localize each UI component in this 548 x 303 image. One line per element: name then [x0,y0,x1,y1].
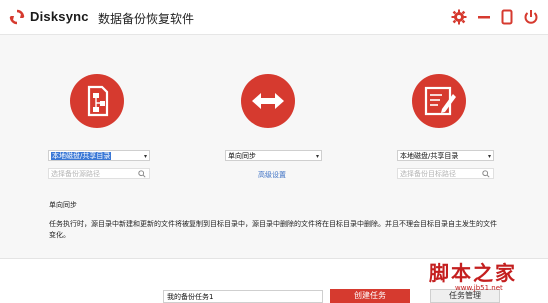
gear-icon[interactable] [451,9,467,25]
search-icon[interactable] [138,170,146,178]
chevron-down-icon: ▾ [487,153,491,160]
phone-icon[interactable] [499,9,515,25]
sync-logo-icon [9,9,25,25]
sync-mode-select[interactable]: 单向同步 ▾ [225,150,322,161]
app-brand: Disksync [30,9,89,24]
task-name-input[interactable]: 我的备份任务1 [163,290,323,303]
target-path-input[interactable]: 选择备份目标路径 [397,168,494,179]
watermark-text: 脚本之家 [429,261,517,285]
main-panel: 本地磁盘/共享目录 ▾ 选择备份源路径 单向同步 ▾ 高级设置 本地磁盘/共享目… [0,35,548,258]
target-type-select[interactable]: 本地磁盘/共享目录 ▾ [397,150,494,161]
source-path-input[interactable]: 选择备份源路径 [48,168,150,179]
app-subtitle: 数据备份恢复软件 [98,12,195,26]
minimize-icon[interactable] [476,9,492,25]
target-button[interactable] [412,74,466,128]
bidirectional-arrow-icon [252,93,284,109]
watermark-url: www.jb51.net [455,284,503,292]
title-bar: Disksync 数据备份恢复软件 [0,0,548,35]
mode-description-title: 单向同步 [49,201,77,209]
source-button[interactable] [70,74,124,128]
chevron-down-icon: ▾ [315,153,319,160]
power-icon[interactable] [523,9,539,25]
edit-document-icon [424,86,456,116]
chevron-down-icon: ▾ [143,153,147,160]
create-task-button[interactable]: 创建任务 [330,289,410,303]
source-type-select[interactable]: 本地磁盘/共享目录 ▾ [48,150,150,161]
search-icon[interactable] [482,170,490,178]
document-tree-icon [87,85,109,117]
mode-description-text: 任务执行时，源目录中新建和更新的文件将被复制到目标目录中，源目录中删除的文件将在… [49,220,497,239]
advanced-settings-link[interactable]: 高级设置 [258,170,286,180]
mode-button[interactable] [241,74,295,128]
